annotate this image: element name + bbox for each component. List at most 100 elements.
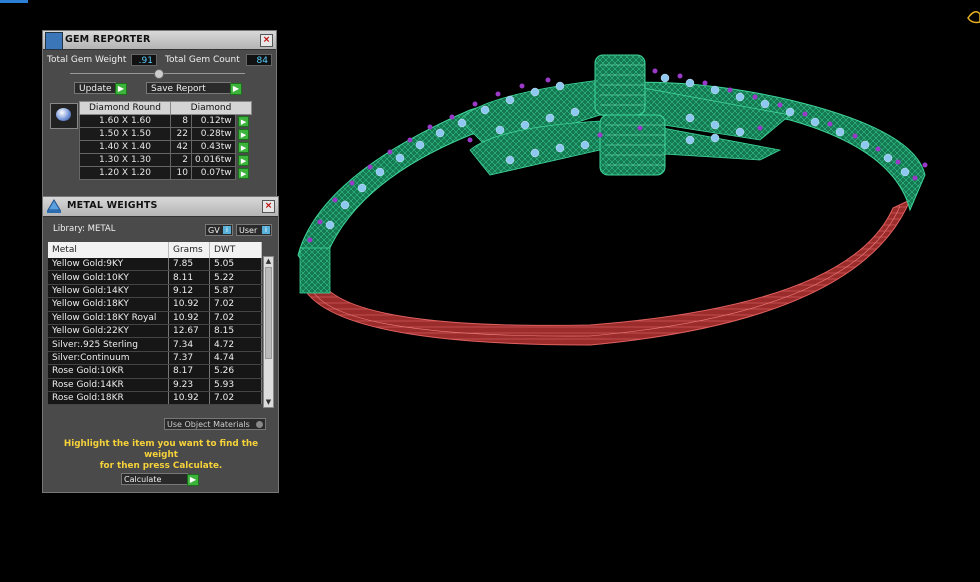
save-report-button-label: Save Report [151, 84, 206, 94]
gem-row-go-icon[interactable]: ▶ [238, 128, 250, 140]
use-object-materials-dot-icon[interactable] [256, 421, 263, 428]
gem-count: 42 [170, 140, 192, 154]
gem-table: Diamond Round Diamond 1.60 X 1.60 8 0.12… [79, 101, 252, 180]
gem-row-action[interactable]: ▶ [235, 115, 251, 128]
metal-dwt: 7.02 [209, 311, 262, 325]
metal-weights-close-button[interactable]: × [262, 200, 275, 213]
split-handle-knob-icon[interactable] [154, 69, 164, 79]
metal-row[interactable]: Yellow Gold:9KY 7.85 5.05 [48, 258, 262, 272]
metal-name: Yellow Gold:9KY [48, 258, 169, 272]
gem-table-row[interactable]: 1.30 X 1.30 2 0.016tw ▶ [79, 153, 252, 167]
metal-grams: 8.17 [168, 364, 210, 379]
metal-row[interactable]: Rose Gold:10KR 8.17 5.26 [48, 364, 262, 379]
calculate-hint-line1: Highlight the item you want to find the … [63, 439, 259, 460]
corner-ring-icon[interactable] [967, 11, 980, 24]
gem-reporter-close-button[interactable]: × [260, 34, 273, 47]
gem-row-go-icon[interactable]: ▶ [238, 141, 250, 153]
library-label: Library: METAL [53, 224, 116, 234]
diamond-shape-icon [56, 108, 71, 121]
gem-table-row[interactable]: 1.40 X 1.40 42 0.43tw ▶ [79, 140, 252, 154]
scroll-thumb[interactable] [265, 267, 272, 359]
metal-name: Rose Gold:18KR [48, 391, 169, 406]
metal-name: Yellow Gold:14KY [48, 284, 169, 299]
gem-weight: 0.28tw [191, 127, 236, 141]
gem-table-row[interactable]: 1.60 X 1.60 8 0.12tw ▶ [79, 114, 252, 128]
calculate-hint: Highlight the item you want to find the … [48, 439, 274, 472]
user-library-label: User [239, 226, 258, 235]
update-button[interactable]: Update ▶ [74, 82, 127, 95]
gem-count: 2 [170, 153, 192, 167]
metal-row[interactable]: Yellow Gold:14KY 9.12 5.87 [48, 284, 262, 299]
gem-count: 22 [170, 127, 192, 141]
metal-grams: 12.67 [168, 324, 210, 339]
metal-grams: 9.12 [168, 284, 210, 299]
scale-icon [47, 199, 61, 213]
calculate-button[interactable]: Calculate ▶ [121, 473, 199, 486]
metal-col-header-metal: Metal [48, 242, 169, 258]
calculate-hint-line2: for then press Calculate. [99, 461, 223, 471]
scroll-down-icon[interactable]: ▼ [264, 398, 273, 407]
update-arrow-icon[interactable]: ▶ [115, 83, 127, 95]
metal-row[interactable]: Yellow Gold:18KY Royal 10.92 7.02 [48, 311, 262, 325]
gem-row-action[interactable]: ▶ [235, 141, 251, 154]
gem-count: 8 [170, 114, 192, 128]
metal-dwt: 4.72 [209, 337, 262, 352]
save-report-arrow-icon[interactable]: ▶ [230, 83, 242, 95]
metal-row[interactable]: Rose Gold:14KR 9.23 5.93 [48, 378, 262, 392]
total-gem-weight-value: .91 [131, 54, 157, 66]
use-object-materials-button[interactable]: Use Object Materials [164, 418, 266, 430]
gem-row-go-icon[interactable]: ▶ [238, 167, 250, 179]
save-report-button[interactable]: Save Report ▶ [146, 82, 242, 95]
calculate-button-label: Calculate [124, 475, 162, 484]
gem-row-action[interactable]: ▶ [235, 128, 251, 141]
metal-row[interactable]: Yellow Gold:18KY 10.92 7.02 [48, 297, 262, 312]
total-gem-count-label: Total Gem Count [165, 55, 240, 65]
metal-weights-title: METAL WEIGHTS [67, 200, 158, 211]
metal-row[interactable]: Silver:Continuum 7.37 4.74 [48, 351, 262, 366]
calculate-arrow-icon[interactable]: ▶ [187, 474, 199, 486]
total-gem-count-value: 84 [246, 54, 272, 66]
gem-reporter-titlebar[interactable]: GEM REPORTER × [43, 31, 276, 50]
gem-table-row[interactable]: 1.50 X 1.50 22 0.28tw ▶ [79, 127, 252, 141]
metal-name: Silver:Continuum [48, 351, 169, 366]
gem-row-action[interactable]: ▶ [235, 167, 251, 180]
metal-row[interactable]: Rose Gold:18KR 10.92 7.02 [48, 391, 262, 406]
metal-name: Yellow Gold:22KY [48, 324, 169, 339]
diamond-round-icon [50, 103, 78, 129]
metal-table-scrollbar[interactable]: ▲ ▼ [263, 256, 274, 408]
update-button-label: Update [79, 84, 112, 94]
metal-name: Rose Gold:14KR [48, 378, 169, 392]
metal-dwt: 5.22 [209, 270, 262, 285]
user-library-button[interactable]: User i [236, 224, 272, 236]
gem-size: 1.40 X 1.40 [79, 140, 171, 154]
metal-grams: 8.11 [168, 270, 210, 285]
metal-row[interactable]: Silver:.925 Sterling 7.34 4.72 [48, 337, 262, 352]
metal-dwt: 7.02 [209, 391, 262, 406]
metal-row[interactable]: Yellow Gold:22KY 12.67 8.15 [48, 324, 262, 339]
gem-table-header-stone: Diamond [170, 101, 252, 115]
use-object-materials-label: Use Object Materials [167, 420, 250, 429]
gem-row-go-icon[interactable]: ▶ [238, 154, 250, 166]
scroll-up-icon[interactable]: ▲ [264, 257, 273, 266]
user-info-icon[interactable]: i [262, 226, 270, 234]
gem-row-action[interactable]: ▶ [235, 154, 251, 167]
gv-info-icon[interactable]: i [223, 226, 231, 234]
gem-table-row[interactable]: 1.20 X 1.20 10 0.07tw ▶ [79, 166, 252, 180]
metal-dwt: 5.93 [209, 378, 262, 392]
gem-reporter-title: GEM REPORTER [65, 34, 151, 45]
gem-weight: 0.016tw [191, 153, 236, 167]
gem-size: 1.20 X 1.20 [79, 166, 171, 180]
metal-weights-titlebar[interactable]: METAL WEIGHTS × [43, 197, 278, 217]
viewport-3d[interactable] [280, 0, 980, 582]
metal-row[interactable]: Yellow Gold:10KY 8.11 5.22 [48, 270, 262, 285]
gem-count: 10 [170, 166, 192, 180]
bracelet-shank-red [299, 198, 911, 346]
metal-name: Yellow Gold:18KY [48, 297, 169, 312]
metal-table: Metal Grams DWT Yellow Gold:9KY 7.85 5.05 … [48, 242, 262, 406]
metal-name: Silver:.925 Sterling [48, 337, 169, 352]
gem-row-go-icon[interactable]: ▶ [238, 115, 250, 127]
total-gem-weight-label: Total Gem Weight [47, 55, 127, 65]
gv-library-label: GV [208, 226, 220, 235]
metal-dwt: 8.15 [209, 324, 262, 339]
gv-library-button[interactable]: GV i [205, 224, 233, 236]
